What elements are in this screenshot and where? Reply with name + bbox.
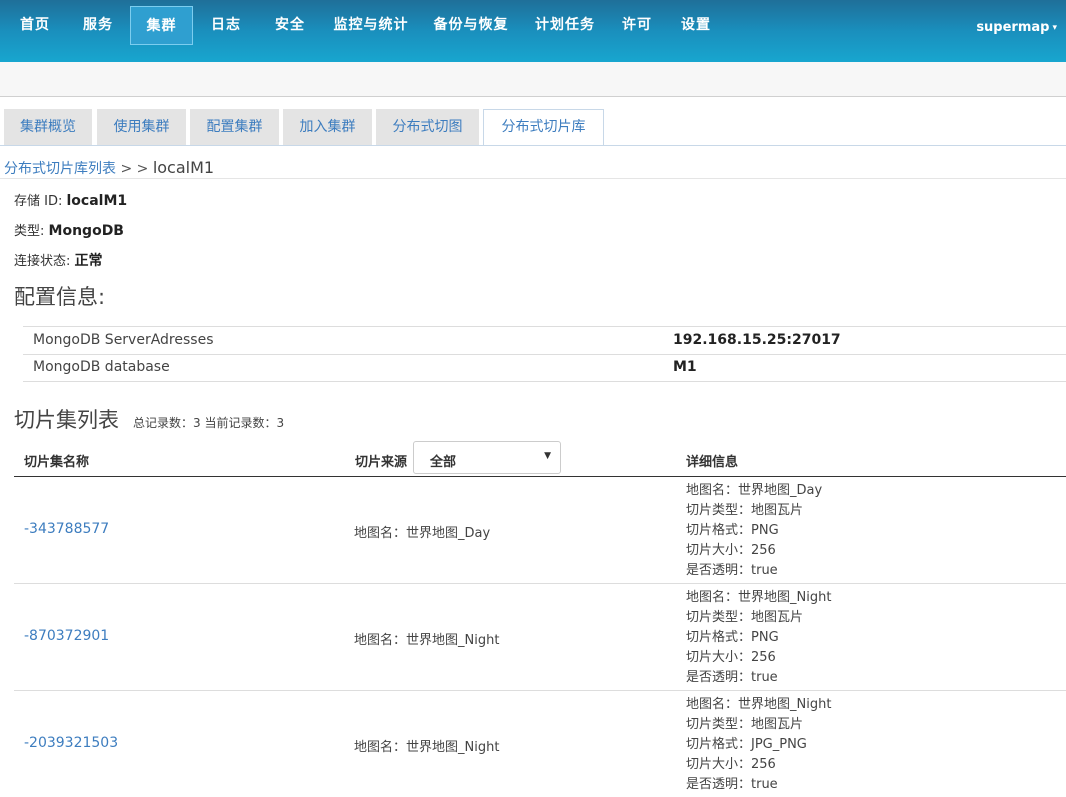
tab-configure-cluster[interactable]: 配置集群 <box>190 109 279 145</box>
sub-toolbar <box>0 62 1066 97</box>
detail-tile-size: 切片大小：256 <box>686 543 776 558</box>
caret-down-icon: ▾ <box>1052 22 1057 33</box>
tab-join-cluster[interactable]: 加入集群 <box>283 109 372 145</box>
nav-item-monitoring[interactable]: 监控与统计 <box>328 6 414 45</box>
nav-item-cluster[interactable]: 集群 <box>130 6 193 45</box>
user-menu[interactable]: supermap ▾ <box>976 20 1057 35</box>
top-navbar: 首页 服务 集群 日志 安全 监控与统计 备份与恢复 计划任务 许可 设置 su… <box>0 0 1066 62</box>
nav-item-security[interactable]: 安全 <box>264 6 316 45</box>
type-value: MongoDB <box>48 223 124 239</box>
tab-use-cluster[interactable]: 使用集群 <box>97 109 186 145</box>
config-value: M1 <box>673 359 697 375</box>
config-row: MongoDB database M1 <box>23 354 1066 382</box>
tileset-list-title: 切片集列表 总记录数：3 当前记录数：3 <box>14 404 284 434</box>
tileset-id-link[interactable]: -2039321503 <box>24 735 118 751</box>
status-value: 正常 <box>74 253 103 269</box>
tileset-id-link[interactable]: -870372901 <box>24 628 109 644</box>
column-header-name: 切片集名称 <box>24 455 90 470</box>
store-id-line: 存储 ID: localM1 <box>14 190 127 209</box>
nav-item-license[interactable]: 许可 <box>614 6 660 45</box>
detail-map-name: 地图名：世界地图_Day <box>686 483 823 498</box>
table-row: -2039321503 地图名：世界地图_Night 地图名：世界地图_Nigh… <box>14 691 1066 797</box>
nav-item-services[interactable]: 服务 <box>70 6 126 45</box>
config-title: 配置信息: <box>14 285 106 309</box>
record-count: 总记录数：3 当前记录数：3 <box>133 416 285 430</box>
type-label: 类型: <box>14 224 45 239</box>
tileset-list-title-text: 切片集列表 <box>14 408 119 432</box>
detail-transparent: 是否透明：true <box>686 670 778 685</box>
column-header-source: 切片来源 <box>355 455 408 470</box>
detail-map-name: 地图名：世界地图_Night <box>686 590 832 605</box>
detail-map-name: 地图名：世界地图_Night <box>686 697 832 712</box>
tileset-details: 地图名：世界地图_Day 切片类型：地图瓦片 切片格式：PNG 切片大小：256… <box>686 481 822 581</box>
detail-transparent: 是否透明：true <box>686 777 778 792</box>
user-name: supermap <box>976 20 1050 35</box>
breadcrumb-tile-store-list-link[interactable]: 分布式切片库列表 <box>4 161 116 177</box>
tileset-source: 地图名：世界地图_Night <box>354 740 500 755</box>
table-row: -870372901 地图名：世界地图_Night 地图名：世界地图_Night… <box>14 584 1066 691</box>
detail-transparent: 是否透明：true <box>686 563 778 578</box>
tab-distributed-tile-store[interactable]: 分布式切片库 <box>483 109 604 146</box>
table-row: -343788577 地图名：世界地图_Day 地图名：世界地图_Day 切片类… <box>14 477 1066 584</box>
detail-tile-size: 切片大小：256 <box>686 757 776 772</box>
nav-item-settings[interactable]: 设置 <box>673 6 719 45</box>
caret-down-icon: ▼ <box>544 451 551 461</box>
status-line: 连接状态: 正常 <box>14 250 103 270</box>
detail-tile-type: 切片类型：地图瓦片 <box>686 717 804 732</box>
nav-item-home[interactable]: 首页 <box>8 6 62 45</box>
detail-tile-format: 切片格式：JPG_PNG <box>686 737 807 752</box>
tileset-source: 地图名：世界地图_Day <box>354 526 491 541</box>
tab-distributed-tiling[interactable]: 分布式切图 <box>376 109 479 145</box>
nav-item-logs[interactable]: 日志 <box>200 6 252 45</box>
source-filter-select[interactable]: 全部 ▼ <box>413 441 561 474</box>
config-key: MongoDB ServerAdresses <box>33 332 214 348</box>
detail-tile-format: 切片格式：PNG <box>686 523 779 538</box>
breadcrumb: 分布式切片库列表 > > localM1 <box>4 158 214 178</box>
tileset-details: 地图名：世界地图_Night 切片类型：地图瓦片 切片格式：JPG_PNG 切片… <box>686 695 831 795</box>
store-id-value: localM1 <box>66 193 128 209</box>
type-line: 类型: MongoDB <box>14 220 124 239</box>
store-id-label: 存储 ID: <box>14 194 63 209</box>
breadcrumb-separator: > > <box>116 161 153 177</box>
detail-tile-format: 切片格式：PNG <box>686 630 779 645</box>
nav-item-backup-restore[interactable]: 备份与恢复 <box>428 6 514 45</box>
config-row: MongoDB ServerAdresses 192.168.15.25:270… <box>23 327 1066 355</box>
detail-tile-type: 切片类型：地图瓦片 <box>686 610 804 625</box>
tileset-id-link[interactable]: -343788577 <box>24 521 109 537</box>
status-label: 连接状态: <box>14 254 71 269</box>
tileset-source: 地图名：世界地图_Night <box>354 633 500 648</box>
config-value: 192.168.15.25:27017 <box>673 332 841 348</box>
tabs-divider <box>0 145 1066 146</box>
detail-tile-type: 切片类型：地图瓦片 <box>686 503 804 518</box>
tab-cluster-overview[interactable]: 集群概览 <box>4 109 92 145</box>
nav-item-scheduled-tasks[interactable]: 计划任务 <box>530 6 600 45</box>
breadcrumb-divider <box>0 178 1066 179</box>
breadcrumb-current: localM1 <box>152 158 215 177</box>
detail-tile-size: 切片大小：256 <box>686 650 776 665</box>
tileset-details: 地图名：世界地图_Night 切片类型：地图瓦片 切片格式：PNG 切片大小：2… <box>686 588 831 688</box>
config-key: MongoDB database <box>33 359 170 375</box>
column-header-details: 详细信息 <box>686 455 739 470</box>
source-filter-value: 全部 <box>430 455 457 470</box>
